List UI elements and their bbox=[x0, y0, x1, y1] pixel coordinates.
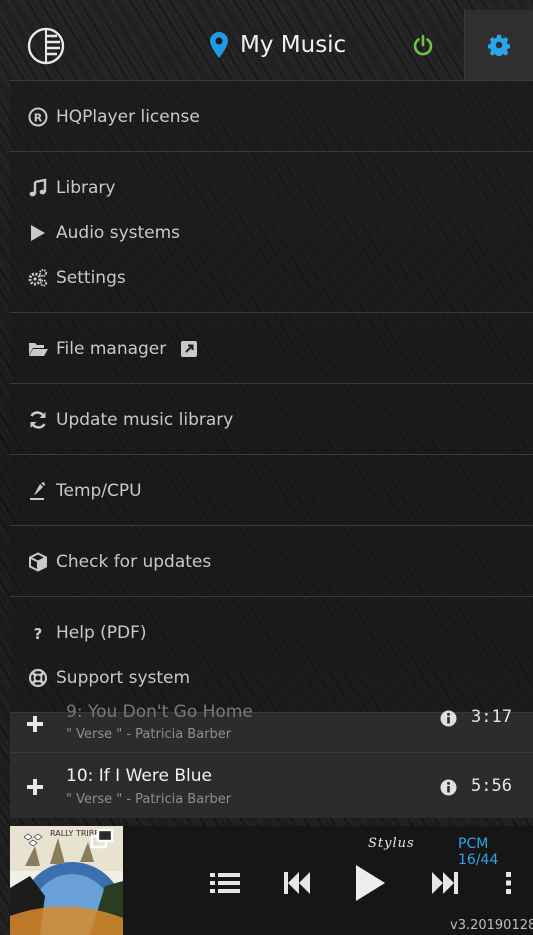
playlist-icon[interactable] bbox=[210, 870, 240, 896]
header-bar: My Music bbox=[10, 10, 533, 80]
settings-button[interactable] bbox=[464, 10, 533, 80]
menu-label: Support system bbox=[56, 668, 191, 688]
menu-label: Update music library bbox=[56, 410, 234, 430]
menu-label: Temp/CPU bbox=[56, 481, 142, 501]
library-selector[interactable]: My Music bbox=[210, 28, 346, 62]
eyedropper-icon bbox=[30, 482, 45, 500]
refresh-icon bbox=[30, 411, 46, 429]
plus-icon[interactable] bbox=[26, 715, 44, 733]
hqplayer-logo-icon[interactable] bbox=[26, 26, 66, 66]
menu-item-help[interactable]: ? Help (PDF) bbox=[28, 618, 147, 648]
menu-divider bbox=[10, 312, 533, 313]
playlist-row[interactable]: 10: If I Were Blue " Verse " - Patricia … bbox=[10, 752, 533, 818]
menu-label: File manager bbox=[56, 339, 167, 359]
question-icon: ? bbox=[34, 625, 43, 643]
previous-icon[interactable] bbox=[282, 870, 312, 896]
menu-item-audio-systems[interactable]: Audio systems bbox=[28, 218, 180, 248]
track-duration: 3:17 bbox=[471, 707, 512, 727]
menu-divider bbox=[10, 454, 533, 455]
menu-item-library[interactable]: Library bbox=[28, 173, 115, 203]
lifebuoy-icon bbox=[28, 668, 48, 688]
format-badge: PCM 16/44 bbox=[458, 836, 499, 868]
menu-label: Check for updates bbox=[56, 552, 212, 572]
menu-divider bbox=[10, 596, 533, 597]
gear-icon bbox=[488, 34, 510, 56]
map-pin-icon bbox=[210, 32, 228, 58]
track-subtitle: " Verse " - Patricia Barber bbox=[66, 727, 232, 742]
track-duration: 5:56 bbox=[471, 776, 512, 796]
menu-label: Library bbox=[56, 178, 116, 198]
menu-item-settings[interactable]: Settings bbox=[28, 263, 126, 293]
track-subtitle: " Verse " - Patricia Barber bbox=[66, 792, 232, 807]
gears-icon bbox=[28, 269, 48, 287]
menu-item-support[interactable]: Support system bbox=[28, 663, 190, 693]
page-title: My Music bbox=[240, 32, 347, 58]
version-label: v3.20190128 bbox=[450, 918, 533, 933]
svg-text:?: ? bbox=[34, 625, 43, 643]
device-name: Stylus bbox=[368, 836, 415, 851]
external-link-icon bbox=[181, 341, 198, 357]
more-vertical-icon[interactable] bbox=[504, 870, 514, 896]
info-icon[interactable] bbox=[440, 710, 457, 727]
next-icon[interactable] bbox=[430, 870, 460, 896]
folder-open-icon bbox=[29, 343, 48, 356]
menu-label: Audio systems bbox=[56, 223, 181, 243]
menu-divider bbox=[10, 151, 533, 152]
play-button-icon[interactable] bbox=[354, 864, 386, 902]
menu-divider bbox=[10, 525, 533, 526]
player-bar: RALLY TRIBE Stylus PCM 16/44 v3.20190128 bbox=[10, 826, 533, 935]
menu-item-file-manager[interactable]: File manager bbox=[28, 334, 198, 364]
menu-item-update-library[interactable]: Update music library bbox=[28, 405, 233, 435]
menu-label: Settings bbox=[56, 268, 126, 288]
menu-label: Help (PDF) bbox=[56, 623, 147, 643]
menu-divider bbox=[10, 383, 533, 384]
menu-item-check-updates[interactable]: Check for updates bbox=[28, 547, 211, 577]
power-icon[interactable] bbox=[412, 34, 434, 56]
info-icon[interactable] bbox=[440, 779, 457, 796]
registered-icon: R bbox=[28, 107, 48, 127]
play-icon bbox=[31, 225, 45, 241]
playlist-row[interactable]: 9: You Don't Go Home " Verse " - Patrici… bbox=[10, 702, 533, 752]
menu-divider bbox=[10, 80, 533, 81]
main-menu: R HQPlayer license Library Audio systems… bbox=[10, 80, 533, 712]
track-title: 10: If I Were Blue bbox=[66, 766, 212, 786]
menu-item-temp-cpu[interactable]: Temp/CPU bbox=[28, 476, 142, 506]
menu-label: HQPlayer license bbox=[56, 107, 200, 127]
cube-icon bbox=[29, 552, 47, 572]
track-title: 9: You Don't Go Home bbox=[66, 702, 253, 722]
svg-text:R: R bbox=[34, 112, 43, 125]
album-art-image: RALLY TRIBE bbox=[10, 826, 123, 935]
music-note-icon bbox=[29, 178, 47, 197]
album-art[interactable]: RALLY TRIBE bbox=[10, 826, 123, 935]
plus-icon[interactable] bbox=[26, 778, 44, 796]
menu-item-license[interactable]: R HQPlayer license bbox=[28, 102, 200, 132]
